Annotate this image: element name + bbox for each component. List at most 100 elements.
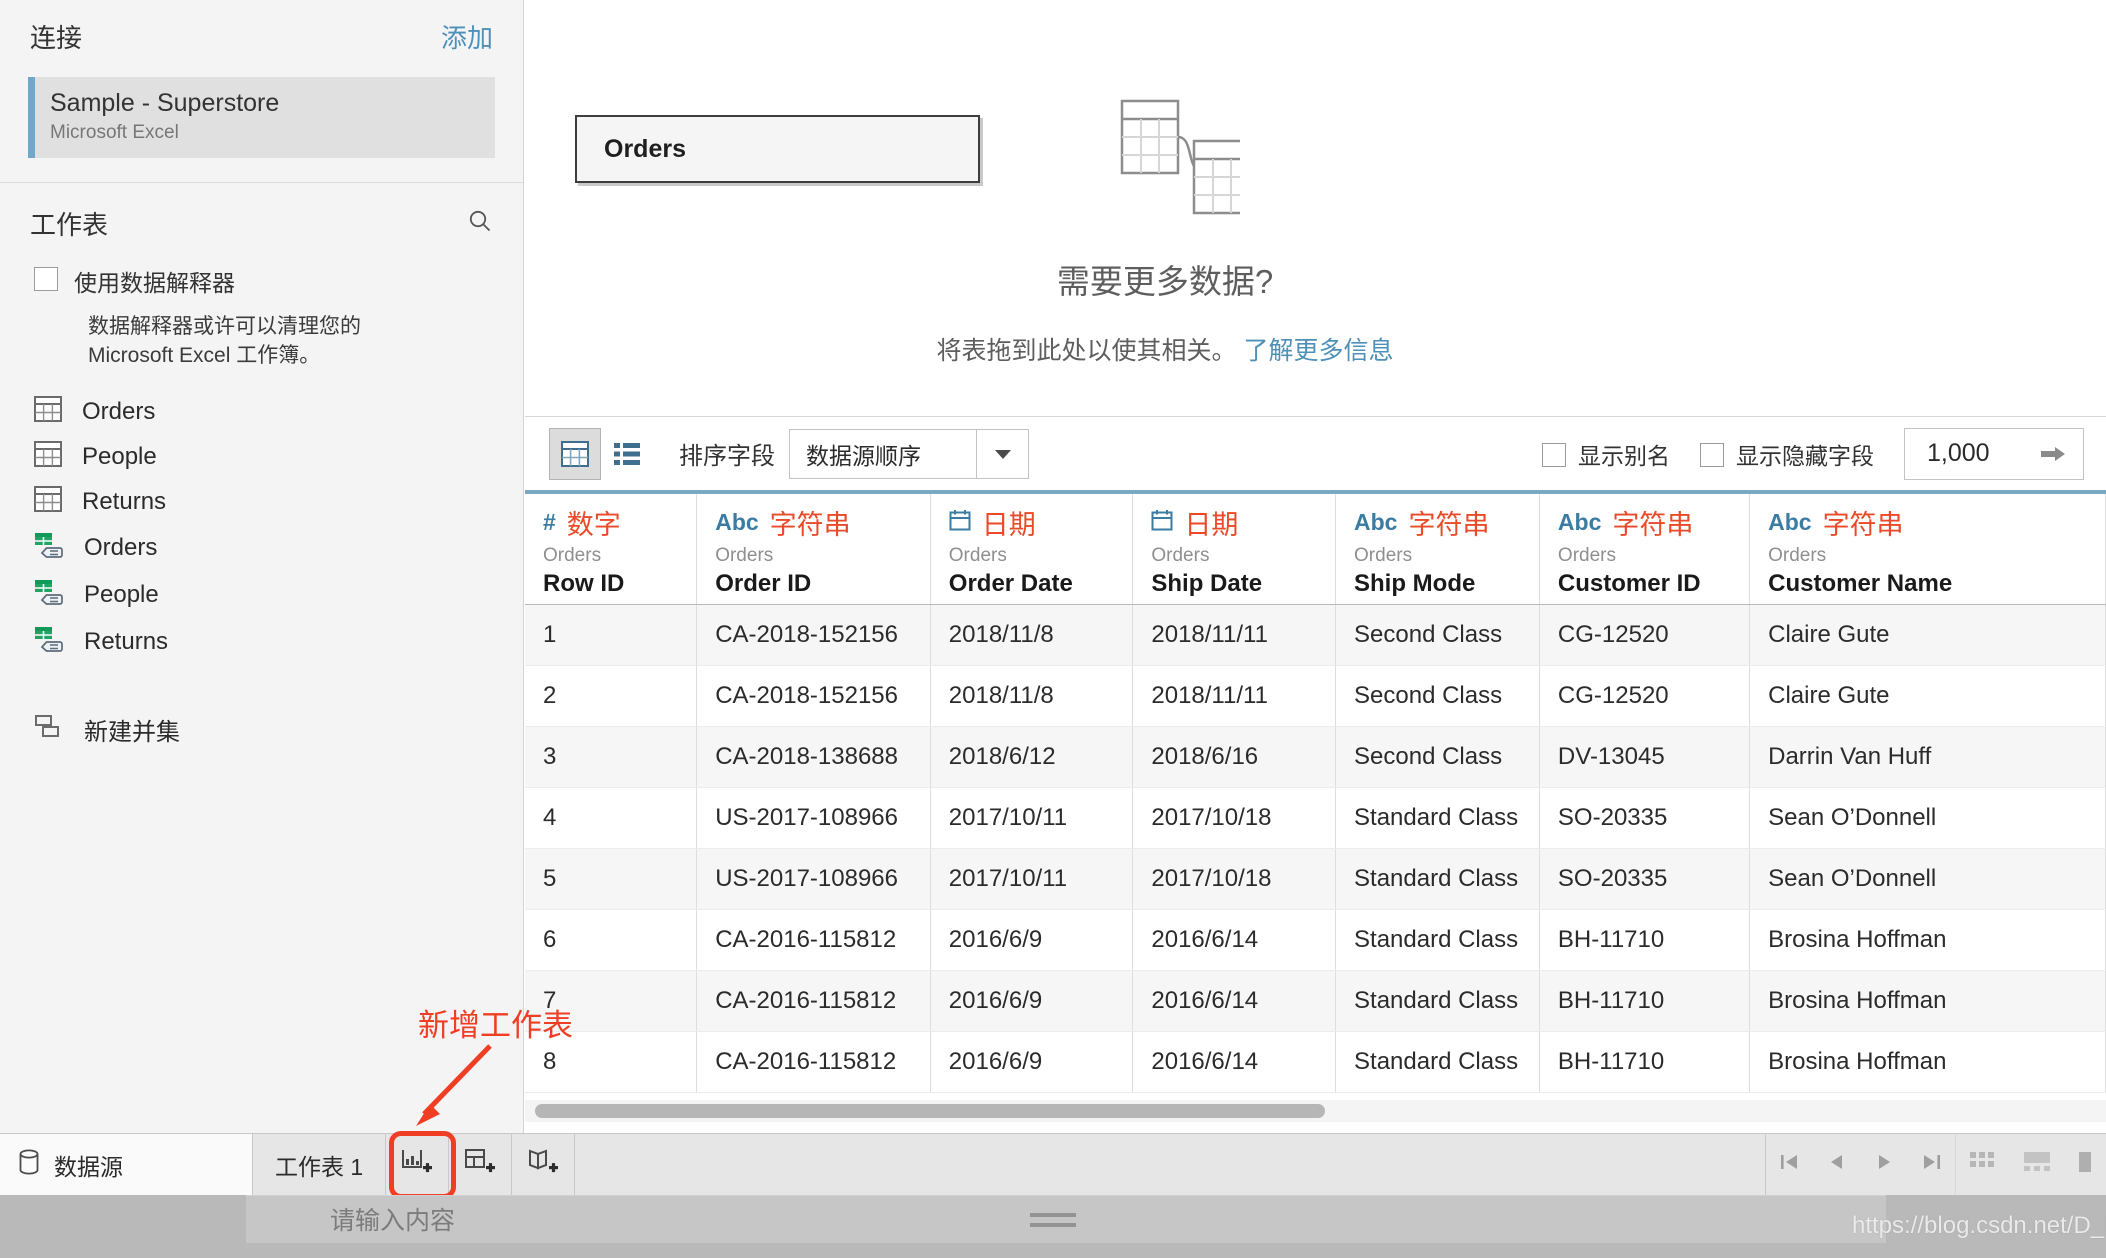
column-source: Orders [1768,545,1827,566]
new-worksheet-icon [401,1147,433,1182]
connections-title: 连接 [30,23,83,53]
next-sheet-icon[interactable] [1871,1151,1897,1178]
filmstrip-icon[interactable] [2022,1149,2052,1180]
window-resize-handle-2[interactable] [1030,1223,1076,1227]
cell-row-id: 4 [525,787,698,849]
column-header-customer-id[interactable]: Abc 字符串 Orders Customer ID [1539,490,1751,605]
cell-customer-id: BH-11710 [1539,970,1751,1032]
filmstrip-grid-icon[interactable] [1968,1149,1998,1180]
column-header-row-id[interactable]: # 数字 Orders Row ID [525,490,698,605]
show-aliases-toggle[interactable]: 显示别名 [1542,437,1670,471]
database-icon [18,1149,40,1180]
list-view-icon[interactable] [601,428,653,480]
table-row[interactable]: 1 CA-2018-152156 2018/11/8 2018/11/11 Se… [525,604,2106,666]
cell-ship-date: 2016/6/14 [1132,909,1337,971]
table-row[interactable]: 2 CA-2018-152156 2018/11/8 2018/11/11 Se… [525,665,2106,727]
table-row[interactable]: 7 CA-2016-115812 2016/6/9 2016/6/14 Stan… [525,970,2106,1032]
bottom-tab-bar: 数据源 工作表 1 [0,1131,2106,1199]
show-hidden-fields-checkbox[interactable] [1700,443,1724,467]
sidebar-table-label: Returns [84,627,169,655]
scrollbar-thumb[interactable] [535,1104,1325,1118]
relationship-canvas[interactable]: Orders 需要更多数据? 将表拖到此处以使其相关。 了解更多信息 [525,0,2106,416]
string-type-icon: Abc [1768,508,1812,535]
date-type-icon [949,509,971,536]
cell-order-date: 2018/6/12 [930,726,1134,788]
table-row[interactable]: 6 CA-2016-115812 2016/6/9 2016/6/14 Stan… [525,909,2106,971]
sidebar-table-label: People [84,580,159,608]
column-type-group: 日期 [949,504,1115,540]
sidebar-new-union[interactable]: 新建并集 [0,705,523,754]
cell-customer-name: Sean O’Donnell [1749,848,2106,910]
sidebar-range-people[interactable]: People [0,571,523,618]
table-row[interactable]: 3 CA-2018-138688 2018/6/12 2018/6/16 Sec… [525,726,2106,788]
prev-sheet-icon[interactable] [1824,1151,1850,1178]
connection-item-sample-superstore[interactable]: Sample - Superstore Microsoft Excel [28,77,495,158]
column-source: Orders [715,545,774,566]
union-icon [34,714,64,745]
string-type-icon: Abc [715,508,759,535]
data-grid[interactable]: # 数字 Orders Row ID Abc 字符串 Orders Order … [525,490,2106,1133]
cell-ship-date: 2018/11/11 [1132,665,1337,727]
table-icon [34,441,62,472]
number-type-icon: # [543,508,556,535]
learn-more-link[interactable]: 了解更多信息 [1243,337,1393,365]
add-connection-link[interactable]: 添加 [441,18,493,55]
cell-order-id: CA-2018-152156 [696,665,931,727]
table-icon [34,486,62,517]
cell-ship-date: 2018/11/11 [1132,604,1337,666]
watermark: https://blog.csdn.net/D_Ddd0701 [1852,1212,2106,1239]
cell-order-date: 2017/10/11 [930,787,1134,849]
data-interpreter-note: 数据解释器或许可以清理您的 Microsoft Excel 工作簿。 [88,314,361,368]
column-name: Order Date [948,570,1073,597]
cell-customer-id: DV-13045 [1539,726,1751,788]
data-interpreter-row[interactable]: 使用数据解释器 [0,256,523,298]
sort-field-label: 排序字段 [679,443,775,470]
window-resize-handle[interactable] [1030,1213,1076,1217]
sidebar-range-orders[interactable]: Orders [0,524,523,571]
column-header-order-date[interactable]: 日期 Orders Order Date [930,490,1134,605]
column-header-ship-mode[interactable]: Abc 字符串 Orders Ship Mode [1335,490,1540,605]
show-hidden-fields-toggle[interactable]: 显示隐藏字段 [1700,437,1874,471]
sidebar-new-union-label: 新建并集 [84,719,180,747]
column-header-order-id[interactable]: Abc 字符串 Orders Order ID [696,490,931,605]
sheets-header: 工作表 [0,183,523,256]
sidebar-table-orders[interactable]: Orders [0,389,523,434]
column-header-ship-date[interactable]: 日期 Orders Ship Date [1132,490,1337,605]
connection-type: Microsoft Excel [50,121,179,143]
new-story-button[interactable] [512,1134,576,1195]
row-limit-field[interactable]: 1,000 [1904,427,2084,480]
tab-data-source[interactable]: 数据源 [0,1134,253,1195]
new-worksheet-button[interactable] [386,1131,457,1199]
new-dashboard-button[interactable] [449,1134,513,1195]
grid-toolbar-right: 显示别名 显示隐藏字段 1,000 [1542,427,2084,480]
column-header-customer-name[interactable]: Abc 字符串 Orders Customer Name [1749,490,2106,605]
data-grid-table: # 数字 Orders Row ID Abc 字符串 Orders Order … [525,490,2106,1093]
sidebar-table-people[interactable]: People [0,434,523,479]
grid-horizontal-scrollbar[interactable] [525,1100,2106,1122]
column-type-annotation: 字符串 [1822,509,1904,540]
data-interpreter-checkbox[interactable] [34,266,58,291]
table-row[interactable]: 5 US-2017-108966 2017/10/11 2017/10/18 S… [525,848,2106,910]
arrow-right-icon[interactable] [2039,444,2083,464]
first-sheet-icon[interactable] [1777,1151,1803,1178]
tab-worksheet-1[interactable]: 工作表 1 [253,1134,387,1195]
grid-view-icon[interactable] [549,427,601,480]
last-sheet-icon[interactable] [1918,1151,1944,1178]
table-row[interactable]: 4 US-2017-108966 2017/10/11 2017/10/18 S… [525,787,2106,849]
column-type-group: Abc 字符串 [1354,504,1521,540]
show-aliases-checkbox[interactable] [1542,443,1566,467]
cell-order-date: 2016/6/9 [930,909,1134,971]
sidebar-table-returns[interactable]: Returns [0,479,523,524]
empty-state-subtitle: 将表拖到此处以使其相关。 了解更多信息 [525,331,1805,367]
table-row[interactable]: 8 CA-2016-115812 2016/6/9 2016/6/14 Stan… [525,1031,2106,1093]
cell-row-id: 2 [525,665,698,727]
show-sheet-list-icon[interactable] [2076,1149,2094,1180]
search-icon[interactable] [467,208,493,239]
sidebar-range-returns[interactable]: Returns [0,618,523,665]
sort-field-select[interactable]: 数据源顺序 [789,428,1029,479]
sheet-table-list: Orders People Returns Orders People Retu… [0,389,523,754]
cell-customer-id: BH-11710 [1539,1031,1751,1093]
column-type-group: Abc 字符串 [1768,504,2087,540]
string-type-icon: Abc [1557,508,1602,535]
empty-state-title: 需要更多数据? [1056,263,1274,300]
